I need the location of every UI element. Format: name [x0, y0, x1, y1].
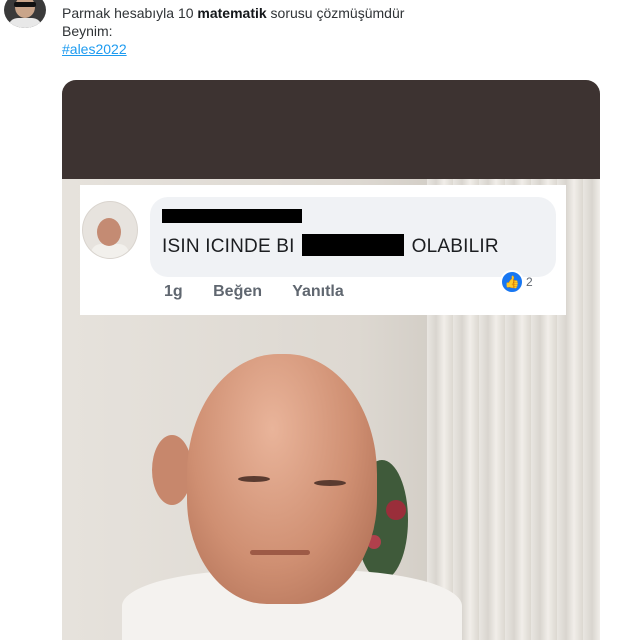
comment-text-end: OLABILIR	[411, 236, 499, 257]
commenter-avatar-head	[97, 218, 121, 246]
tweet-bold-word: matematik	[197, 5, 267, 21]
like-button[interactable]: Beğen	[213, 283, 262, 300]
man-left-eye	[238, 476, 270, 482]
avatar-glasses	[14, 2, 36, 7]
comment-text-start: ISIN ICINDE BI	[162, 236, 295, 257]
commenter-avatar-shirt	[91, 244, 129, 258]
tweet-text-after-bold: sorusu çözmüşümdür	[266, 5, 405, 21]
tweet-line-1: Parmak hesabıyla 10 matematik sorusu çöz…	[62, 4, 404, 22]
facebook-comment-card: ISIN ICINDE BI OLABILIR 1g Beğen Yanıtla…	[80, 185, 566, 315]
man-ear	[152, 435, 192, 505]
redacted-commenter-name	[162, 209, 302, 223]
hashtag-link[interactable]: #ales2022	[62, 41, 127, 57]
comment-text: ISIN ICINDE BI OLABILIR	[162, 233, 499, 261]
man-head	[187, 354, 377, 604]
avatar-shirt	[8, 18, 42, 28]
user-avatar[interactable]	[4, 0, 46, 28]
reaction-summary[interactable]: 👍 2	[500, 270, 533, 294]
comment-bubble: ISIN ICINDE BI OLABILIR	[150, 197, 556, 277]
commenter-avatar[interactable]	[82, 201, 138, 259]
media-top-bar	[62, 80, 600, 179]
man-right-eye	[314, 480, 346, 486]
tweet-text: Parmak hesabıyla 10 matematik sorusu çöz…	[62, 4, 404, 58]
tweet-line-2: Beynim:	[62, 23, 113, 39]
tweet-media-image[interactable]	[62, 80, 600, 640]
thumbs-up-icon: 👍	[500, 270, 524, 294]
tweet-text-before-bold: Parmak hesabıyla 10	[62, 5, 198, 21]
man-mouth	[250, 550, 310, 555]
comment-actions: 1g Beğen Yanıtla	[164, 283, 370, 301]
comment-time: 1g	[164, 283, 183, 300]
reaction-count: 2	[526, 275, 533, 289]
reply-button[interactable]: Yanıtla	[292, 283, 344, 300]
redacted-word	[302, 234, 405, 256]
